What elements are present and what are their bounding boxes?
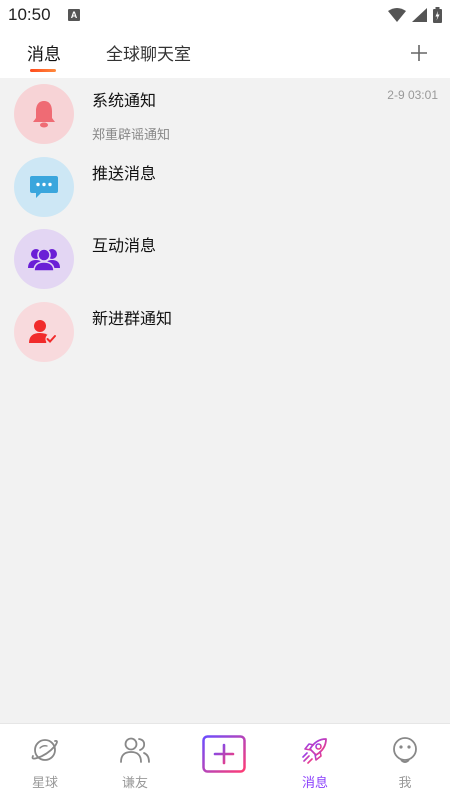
add-plus-icon[interactable] [408, 42, 430, 64]
item-title: 互动消息 [92, 236, 157, 255]
nav-me[interactable]: 我 [360, 724, 450, 799]
status-bar: 10:50 A [0, 0, 450, 30]
item-subtitle: 郑重辟谣通知 [92, 128, 171, 143]
rocket-icon [302, 738, 327, 764]
nav-publish[interactable] [180, 724, 270, 799]
bell-icon [33, 101, 55, 128]
list-item-system-notice[interactable]: 系统通知 郑重辟谣通知 2-9 03:01 [0, 78, 450, 151]
smiley-icon [393, 737, 417, 763]
top-tab-bar: 消息 全球聊天室 [0, 30, 450, 78]
item-title: 新进群通知 [92, 308, 173, 328]
active-tab-indicator [30, 69, 56, 72]
avatar [14, 156, 74, 217]
item-title: 系统通知 [92, 91, 157, 110]
planet-icon [31, 739, 58, 761]
list-item-interactive-messages[interactable]: 互动消息 [0, 223, 450, 296]
tab-global-chatroom-label: 全球聊天室 [106, 45, 191, 65]
chat-bubble-icon [30, 175, 58, 198]
avatar [14, 84, 74, 144]
user-check-icon [29, 319, 57, 344]
publish-plus-icon [202, 735, 246, 773]
list-item-push-messages[interactable]: 推送消息 [0, 151, 450, 224]
list-item-new-group-notice[interactable]: 新进群通知 [0, 296, 450, 369]
nav-label: 我 [398, 776, 412, 791]
nav-label: 谦友 [121, 776, 148, 791]
battery-icon [433, 7, 442, 23]
group-icon [28, 248, 60, 272]
nav-planet[interactable]: 星球 [0, 724, 90, 799]
nav-messages[interactable]: 消息 [270, 724, 360, 799]
avatar [14, 301, 74, 362]
item-title: 推送消息 [92, 163, 157, 183]
tab-messages-label: 消息 [27, 45, 61, 65]
status-time: 10:50 [8, 5, 51, 24]
tab-messages[interactable]: 消息 [27, 40, 61, 72]
bottom-nav: 星球 谦友 消息 我 [0, 723, 450, 799]
wifi-icon [388, 8, 406, 22]
notification-a-icon: A [68, 9, 80, 21]
nav-label: 星球 [31, 776, 58, 791]
signal-icon [412, 8, 427, 22]
item-time: 2-9 03:01 [387, 88, 438, 102]
status-icons [388, 6, 442, 24]
avatar [14, 229, 74, 289]
nav-friends[interactable]: 谦友 [90, 724, 180, 799]
nav-label: 消息 [301, 776, 328, 791]
friends-icon [120, 737, 150, 763]
message-list: 系统通知 郑重辟谣通知 2-9 03:01 推送消息 互动消息 新进群通知 [0, 78, 450, 368]
tab-global-chatroom[interactable]: 全球聊天室 [106, 40, 191, 65]
